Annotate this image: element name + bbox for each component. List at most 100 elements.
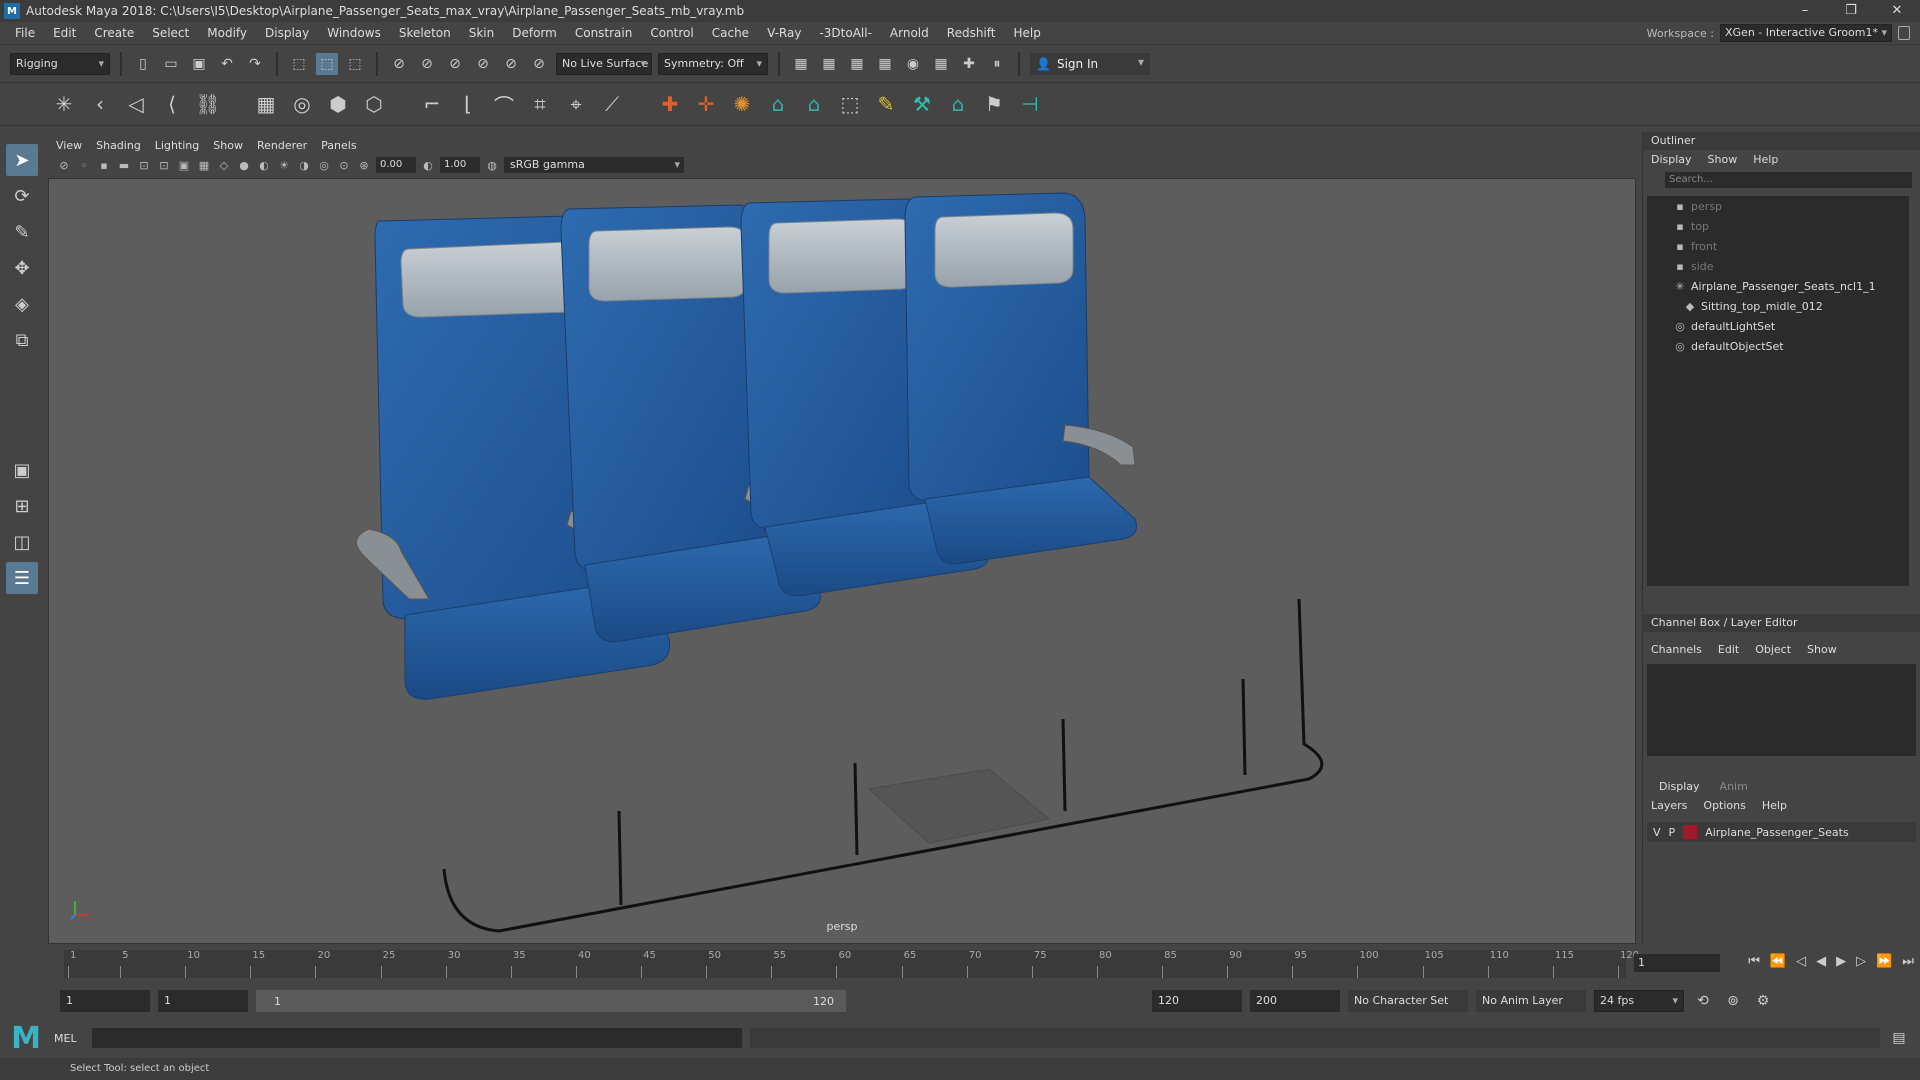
step-back-key-icon[interactable]: ⏪ (1770, 954, 1786, 969)
go-to-end-icon[interactable]: ⏭ (1902, 954, 1914, 969)
wireframe-icon[interactable]: ◇ (216, 157, 232, 173)
skin-icon[interactable]: ⟨ (156, 88, 188, 120)
resolution-gate-icon[interactable]: ⊡ (156, 157, 172, 173)
menu-arnold[interactable]: Arnold (881, 26, 938, 40)
scale-tool-icon[interactable]: ⧉ (6, 324, 38, 356)
render-view-icon[interactable]: ▦ (930, 53, 952, 75)
image-plane-icon[interactable]: ▬ (116, 157, 132, 173)
rotate-tool-icon[interactable]: ◈ (6, 288, 38, 320)
menu-skeleton[interactable]: Skeleton (390, 26, 460, 40)
edit-menu[interactable]: Edit (1718, 643, 1739, 656)
time-slider-bar[interactable]: 1 5 10 15 20 25 30 35 40 45 50 55 60 65 70 75 80 85 90 95 10… (64, 950, 1639, 978)
command-input[interactable] (92, 1028, 742, 1048)
new-scene-icon[interactable]: ▯ (132, 53, 154, 75)
minimize-button[interactable]: – (1782, 0, 1828, 22)
manipulator-icon[interactable]: ✺ (726, 88, 758, 120)
select-component-icon[interactable]: ⬚ (344, 53, 366, 75)
xray-icon[interactable]: ◎ (316, 157, 332, 173)
film-gate-icon[interactable]: ⊡ (136, 157, 152, 173)
workspace-dropdown[interactable]: XGen - Interactive Groom1* (1720, 24, 1892, 42)
symmetry-dropdown[interactable]: Symmetry: Off (658, 52, 768, 75)
tab-display[interactable]: Display (1649, 780, 1710, 793)
snap-curve-icon[interactable]: ⊘ (416, 53, 438, 75)
paint-weights-icon[interactable]: ✎ (870, 88, 902, 120)
parent-constraint-icon[interactable]: ⌐ (416, 88, 448, 120)
anim-prefs-icon[interactable]: ⚙ (1752, 990, 1774, 1012)
menu-redshift[interactable]: Redshift (938, 26, 1005, 40)
gamma-field[interactable]: 1.00 (440, 157, 480, 173)
two-view-icon[interactable]: ◫ (6, 526, 38, 558)
lights-icon[interactable]: ☀ (276, 157, 292, 173)
outliner-item[interactable]: ◎ defaultObjectSet (1647, 336, 1909, 356)
loop-icon[interactable]: ⟲ (1692, 990, 1714, 1012)
single-view-icon[interactable]: ▣ (6, 454, 38, 486)
ipr-render-icon[interactable]: ▦ (846, 53, 868, 75)
outliner-menu-display[interactable]: Display (1651, 153, 1692, 166)
snap-point-icon[interactable]: ⊘ (444, 53, 466, 75)
menu-file[interactable]: File (6, 26, 44, 40)
animation-end-field[interactable]: 200 (1250, 990, 1340, 1012)
layer-row[interactable]: V P Airplane_Passenger_Seats (1647, 822, 1916, 842)
tab-anim[interactable]: Anim (1710, 780, 1758, 793)
step-forward-frame-icon[interactable]: ▷ (1856, 954, 1866, 969)
close-button[interactable]: ✕ (1874, 0, 1920, 22)
ik-handle-icon[interactable]: ‹ (84, 88, 116, 120)
outliner-layout-icon[interactable]: ☰ (6, 562, 38, 594)
menu-edit[interactable]: Edit (44, 26, 85, 40)
wrap-icon[interactable]: ◎ (286, 88, 318, 120)
script-editor-icon[interactable]: ▤ (1888, 1027, 1910, 1049)
safe-action-icon[interactable]: ▣ (176, 157, 192, 173)
panel-menu-lighting[interactable]: Lighting (155, 139, 199, 152)
four-view-icon[interactable]: ⊞ (6, 490, 38, 522)
layer-playback-toggle[interactable]: P (1669, 826, 1676, 839)
camera-attrs-icon[interactable]: ◦ (76, 157, 92, 173)
orient-constraint-icon[interactable]: ⌒ (488, 88, 520, 120)
help-menu[interactable]: Help (1762, 799, 1787, 812)
fps-dropdown[interactable]: 24 fps (1594, 990, 1684, 1012)
lasso-tool-icon[interactable]: ⟳ (6, 180, 38, 212)
pause-icon[interactable]: ⏸ (986, 53, 1008, 75)
options-menu[interactable]: Options (1703, 799, 1745, 812)
character-set-dropdown[interactable]: No Character Set (1348, 990, 1468, 1012)
snap-vertex-icon[interactable]: ⊘ (528, 53, 550, 75)
snap-grid-icon[interactable]: ⊘ (388, 53, 410, 75)
maximize-button[interactable]: ❐ (1828, 0, 1874, 22)
channels-menu[interactable]: Channels (1651, 643, 1702, 656)
locator-plus-icon[interactable]: ✛ (690, 88, 722, 120)
go-to-start-icon[interactable]: ⏮ (1748, 954, 1760, 969)
hik-icon[interactable]: ⌂ (762, 88, 794, 120)
anim-layer-dropdown[interactable]: No Anim Layer (1476, 990, 1586, 1012)
bookmark-icon[interactable]: ▪ (96, 157, 112, 173)
cluster-icon[interactable]: ⬢ (322, 88, 354, 120)
panel-menu-shading[interactable]: Shading (96, 139, 141, 152)
outliner-menu-help[interactable]: Help (1753, 153, 1778, 166)
point-constraint-icon[interactable]: ⌊ (452, 88, 484, 120)
play-backwards-icon[interactable]: ◀ (1816, 954, 1826, 969)
snap-view-icon[interactable]: ⊘ (472, 53, 494, 75)
menu-deform[interactable]: Deform (503, 26, 566, 40)
select-hierarchy-icon[interactable]: ⬚ (288, 53, 310, 75)
auto-key-icon[interactable]: ⊚ (1722, 990, 1744, 1012)
menu-select[interactable]: Select (143, 26, 198, 40)
paint-select-icon[interactable]: ✎ (6, 216, 38, 248)
menu-display[interactable]: Display (256, 26, 318, 40)
outliner-menu-show[interactable]: Show (1708, 153, 1738, 166)
layer-color-swatch[interactable] (1683, 825, 1698, 839)
step-forward-key-icon[interactable]: ⏩ (1876, 954, 1892, 969)
panel-menu-view[interactable]: View (56, 139, 82, 152)
layers-menu[interactable]: Layers (1651, 799, 1687, 812)
outliner-item[interactable]: ✳ Airplane_Passenger_Seats_ncl1_1 (1647, 276, 1909, 296)
outliner-item[interactable]: ◆ Sitting_top_midle_012 (1647, 296, 1909, 316)
render-settings-icon[interactable]: ▦ (874, 53, 896, 75)
object-menu[interactable]: Object (1755, 643, 1791, 656)
menu-windows[interactable]: Windows (318, 26, 390, 40)
menu-cache[interactable]: Cache (703, 26, 758, 40)
render-frame-icon[interactable]: ▦ (790, 53, 812, 75)
undo-icon[interactable]: ↶ (216, 53, 238, 75)
camera-select-icon[interactable]: ⊘ (56, 157, 72, 173)
joint-tool-icon[interactable]: ✳ (48, 88, 80, 120)
exposure-icon[interactable]: ⊛ (356, 157, 372, 173)
shadows-icon[interactable]: ◑ (296, 157, 312, 173)
quick-rig-icon[interactable]: ⛓ (192, 88, 224, 120)
step-back-frame-icon[interactable]: ◁ (1796, 954, 1806, 969)
